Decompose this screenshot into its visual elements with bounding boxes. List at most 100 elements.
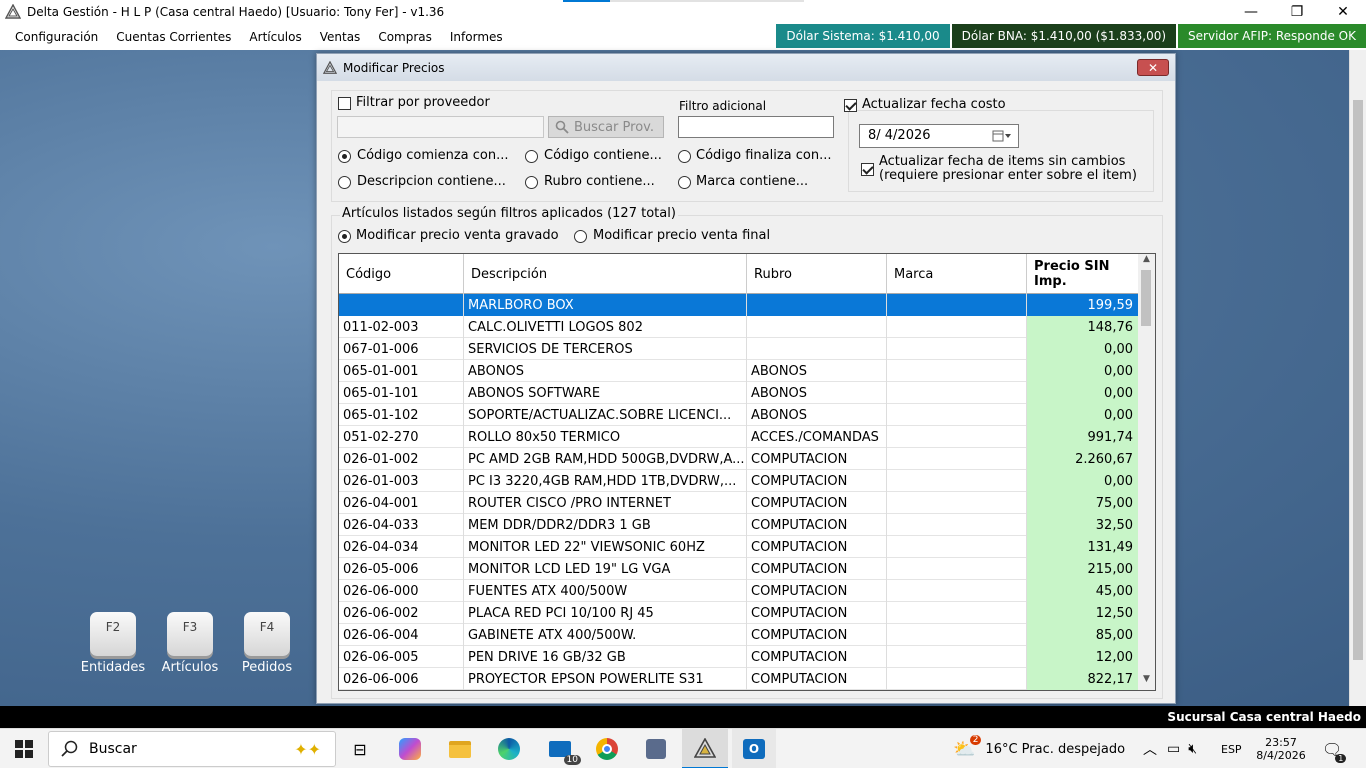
cell-descripcion[interactable]: MONITOR LED 22" VIEWSONIC 60HZ <box>464 536 747 558</box>
cell-precio[interactable]: 0,00 <box>1027 470 1139 492</box>
radio-modo-gravado[interactable] <box>338 230 351 243</box>
cell-precio[interactable]: 45,00 <box>1027 580 1139 602</box>
cell-descripcion[interactable]: PC I3 3220,4GB RAM,HDD 1TB,DVDRW,... <box>464 470 747 492</box>
cell-precio[interactable]: 131,49 <box>1027 536 1139 558</box>
menu-ventas[interactable]: Ventas <box>311 30 370 44</box>
cell-descripcion[interactable]: PEN DRIVE 16 GB/32 GB <box>464 646 747 668</box>
cell-rubro[interactable]: COMPUTACION <box>747 558 887 580</box>
filtro-adicional-input[interactable] <box>678 116 834 138</box>
shortcut-entidades[interactable]: F2 Entidades <box>77 612 149 675</box>
cell-rubro[interactable]: COMPUTACION <box>747 668 887 690</box>
cell-rubro[interactable]: ACCES./COMANDAS <box>747 426 887 448</box>
app-icon[interactable] <box>636 729 676 768</box>
table-row[interactable]: 011-02-003 CALC.OLIVETTI LOGOS 802 148,76 <box>339 316 1139 338</box>
cell-precio[interactable]: 0,00 <box>1027 360 1139 382</box>
scroll-up-icon[interactable]: ▲ <box>1138 254 1155 270</box>
table-row[interactable]: 065-01-001 ABONOS ABONOS 0,00 <box>339 360 1139 382</box>
radio-codigo-contiene[interactable] <box>525 150 538 163</box>
cell-marca[interactable] <box>887 404 1027 426</box>
cell-codigo[interactable]: 026-06-004 <box>339 624 464 646</box>
cell-marca[interactable] <box>887 426 1027 448</box>
table-row[interactable]: MARLBORO BOX 199,59 <box>339 294 1139 316</box>
radio-modo-final[interactable] <box>574 230 587 243</box>
cell-precio[interactable]: 215,00 <box>1027 558 1139 580</box>
radio-marca-contiene[interactable] <box>678 176 691 189</box>
cell-precio[interactable]: 0,00 <box>1027 382 1139 404</box>
tray-icons[interactable]: ︿ ▭ 🔇︎ <box>1143 729 1209 768</box>
radio-codigo-comienza[interactable] <box>338 150 351 163</box>
cell-codigo[interactable]: 026-04-001 <box>339 492 464 514</box>
cell-precio[interactable]: 0,00 <box>1027 338 1139 360</box>
table-row[interactable]: 065-01-101 ABONOS SOFTWARE ABONOS 0,00 <box>339 382 1139 404</box>
cell-codigo[interactable]: 065-01-001 <box>339 360 464 382</box>
cell-codigo[interactable]: 026-06-005 <box>339 646 464 668</box>
maximize-button[interactable]: ❐ <box>1274 0 1320 24</box>
menu-configuracion[interactable]: Configuración <box>6 30 107 44</box>
file-explorer-icon[interactable] <box>440 729 480 768</box>
shortcut-pedidos[interactable]: F4 Pedidos <box>231 612 303 675</box>
table-row[interactable]: 026-04-001 ROUTER CISCO /PRO INTERNET COMP… <box>339 492 1139 514</box>
calendar-dropdown-icon[interactable] <box>992 130 1012 142</box>
cell-rubro[interactable]: ABONOS <box>747 382 887 404</box>
cell-marca[interactable] <box>887 470 1027 492</box>
cell-marca[interactable] <box>887 668 1027 690</box>
cell-rubro[interactable]: COMPUTACION <box>747 646 887 668</box>
menu-articulos[interactable]: Artículos <box>240 30 310 44</box>
cell-rubro[interactable]: COMPUTACION <box>747 492 887 514</box>
table-row[interactable]: 026-06-006 PROYECTOR EPSON POWERLITE S31 C… <box>339 668 1139 690</box>
cell-descripcion[interactable]: FUENTES ATX 400/500W <box>464 580 747 602</box>
cell-codigo[interactable]: 026-06-002 <box>339 602 464 624</box>
cell-codigo[interactable]: 026-04-033 <box>339 514 464 536</box>
cell-codigo[interactable]: 065-01-102 <box>339 404 464 426</box>
cell-marca[interactable] <box>887 646 1027 668</box>
shortcut-articulos[interactable]: F3 Artículos <box>154 612 226 675</box>
cell-precio[interactable]: 75,00 <box>1027 492 1139 514</box>
cell-codigo[interactable]: 011-02-003 <box>339 316 464 338</box>
cell-descripcion[interactable]: MEM DDR/DDR2/DDR3 1 GB <box>464 514 747 536</box>
cell-rubro[interactable] <box>747 338 887 360</box>
cell-rubro[interactable]: COMPUTACION <box>747 580 887 602</box>
cell-descripcion[interactable]: MARLBORO BOX <box>464 294 747 316</box>
desktop-scrollbar[interactable] <box>1349 50 1366 706</box>
cell-marca[interactable] <box>887 382 1027 404</box>
clock[interactable]: 23:57 8/4/2026 <box>1256 729 1306 768</box>
buscar-prov-button[interactable]: Buscar Prov. <box>548 116 664 138</box>
table-row[interactable]: 026-05-006 MONITOR LCD LED 19" LG VGA COMP… <box>339 558 1139 580</box>
table-row[interactable]: 026-04-033 MEM DDR/DDR2/DDR3 1 GB COMPUTAC… <box>339 514 1139 536</box>
copilot-icon[interactable] <box>390 729 430 768</box>
table-row[interactable]: 026-01-003 PC I3 3220,4GB RAM,HDD 1TB,DVD… <box>339 470 1139 492</box>
chrome-icon[interactable] <box>587 729 627 768</box>
col-precio-header[interactable]: Precio SIN Imp. <box>1027 254 1139 294</box>
cell-descripcion[interactable]: PLACA RED PCI 10/100 RJ 45 <box>464 602 747 624</box>
weather-widget[interactable]: ⛅ 2 16°C Prac. despejado <box>953 729 1125 768</box>
cell-rubro[interactable]: COMPUTACION <box>747 624 887 646</box>
cell-precio[interactable]: 12,00 <box>1027 646 1139 668</box>
cell-codigo[interactable]: 026-06-006 <box>339 668 464 690</box>
cell-marca[interactable] <box>887 558 1027 580</box>
menu-cuentas-corrientes[interactable]: Cuentas Corrientes <box>107 30 240 44</box>
cell-descripcion[interactable]: ABONOS <box>464 360 747 382</box>
taskbar-search[interactable]: Buscar ✦✦ <box>48 731 336 767</box>
table-row[interactable]: 026-06-004 GABINETE ATX 400/500W. COMPUTAC… <box>339 624 1139 646</box>
cell-codigo[interactable]: 026-04-034 <box>339 536 464 558</box>
radio-codigo-finaliza[interactable] <box>678 150 691 163</box>
cell-descripcion[interactable]: PC AMD 2GB RAM,HDD 500GB,DVDRW,A... <box>464 448 747 470</box>
grid-scrollbar[interactable]: ▲ ▼ <box>1138 254 1155 690</box>
mail-icon[interactable]: 10 <box>540 729 581 768</box>
cell-codigo[interactable]: 065-01-101 <box>339 382 464 404</box>
scroll-down-icon[interactable]: ▼ <box>1138 674 1155 690</box>
actualizar-items-checkbox[interactable] <box>861 163 874 176</box>
cell-precio[interactable]: 12,50 <box>1027 602 1139 624</box>
cell-precio[interactable]: 991,74 <box>1027 426 1139 448</box>
task-view-icon[interactable]: ⊟ <box>340 729 380 768</box>
cell-marca[interactable] <box>887 536 1027 558</box>
cell-rubro[interactable] <box>747 294 887 316</box>
cell-codigo[interactable]: 051-02-270 <box>339 426 464 448</box>
cell-marca[interactable] <box>887 580 1027 602</box>
col-codigo-header[interactable]: Código <box>339 254 464 294</box>
edge-icon[interactable] <box>489 729 529 768</box>
start-button[interactable] <box>0 729 48 768</box>
cell-descripcion[interactable]: CALC.OLIVETTI LOGOS 802 <box>464 316 747 338</box>
cell-descripcion[interactable]: PROYECTOR EPSON POWERLITE S31 <box>464 668 747 690</box>
cell-codigo[interactable]: 026-05-006 <box>339 558 464 580</box>
